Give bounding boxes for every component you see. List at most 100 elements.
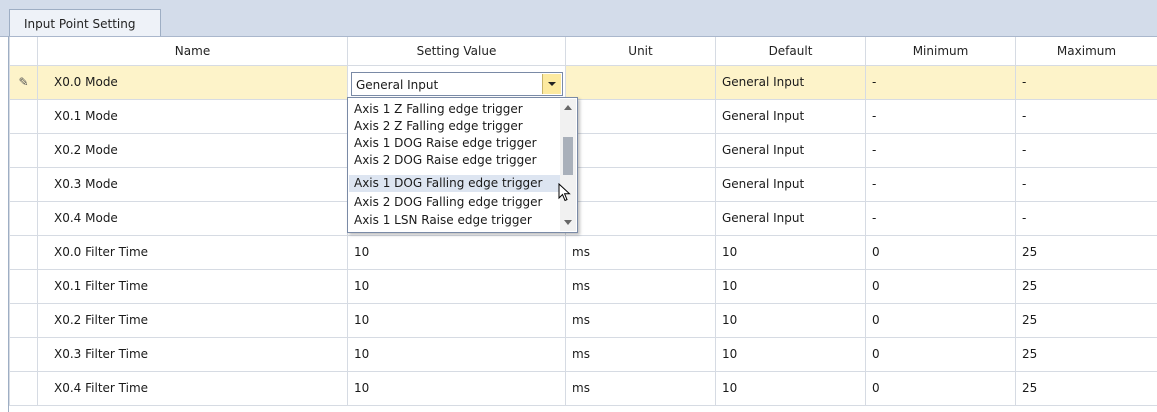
table-row[interactable]: X0.2 Mode General Input - - xyxy=(9,132,1157,168)
default-cell: 10 xyxy=(715,268,866,304)
default-cell: 10 xyxy=(715,302,866,338)
name-cell[interactable]: X0.1 Filter Time xyxy=(37,268,348,304)
setting-value-cell[interactable]: General Input xyxy=(347,64,566,100)
name-cell[interactable]: X0.2 Filter Time xyxy=(37,302,348,338)
setting-value-dropdown-list[interactable]: Axis 1 Z Falling edge trigger Axis 2 Z F… xyxy=(347,97,578,233)
default-cell: General Input xyxy=(715,98,866,134)
dropdown-scrollbar[interactable] xyxy=(560,99,576,231)
maximum-cell: 25 xyxy=(1015,336,1157,372)
setting-value-cell[interactable]: 10 xyxy=(347,336,566,372)
minimum-cell: - xyxy=(865,200,1016,236)
settings-grid: Name Setting Value Unit Default Minimum … xyxy=(9,37,1157,406)
minimum-cell: 0 xyxy=(865,268,1016,304)
unit-cell[interactable] xyxy=(565,132,716,168)
table-row[interactable]: X0.1 Mode General Input - - xyxy=(9,98,1157,134)
tab-strip: Input Point Setting xyxy=(0,0,1157,37)
name-cell[interactable]: X0.4 Filter Time xyxy=(37,370,348,406)
maximum-cell: - xyxy=(1015,98,1157,134)
row-indicator xyxy=(9,336,38,372)
default-cell: General Input xyxy=(715,64,866,100)
column-header-maximum[interactable]: Maximum xyxy=(1015,37,1157,66)
setting-value-combobox[interactable]: General Input xyxy=(351,72,563,96)
name-cell[interactable]: X0.3 Mode xyxy=(37,166,348,202)
row-indicator xyxy=(9,302,38,338)
name-cell[interactable]: X0.0 Filter Time xyxy=(37,234,348,270)
setting-value-cell[interactable]: 10 xyxy=(347,302,566,338)
setting-value-cell[interactable]: 10 xyxy=(347,370,566,406)
table-row[interactable]: ✎ X0.0 Mode General Input General Input … xyxy=(9,64,1157,100)
table-row[interactable]: X0.0 Filter Time 10 ms 10 0 25 xyxy=(9,234,1157,270)
unit-cell[interactable]: ms xyxy=(565,370,716,406)
scroll-up-arrow-icon[interactable] xyxy=(564,105,572,110)
name-cell[interactable]: X0.4 Mode xyxy=(37,200,348,236)
name-cell[interactable]: X0.2 Mode xyxy=(37,132,348,168)
setting-value-cell[interactable]: 10 xyxy=(347,234,566,270)
minimum-cell: - xyxy=(865,166,1016,202)
maximum-cell: 25 xyxy=(1015,370,1157,406)
dropdown-option[interactable]: Axis 1 LSN Raise edge trigger xyxy=(349,212,561,229)
row-indicator: ✎ xyxy=(9,64,38,100)
table-row[interactable]: X0.4 Filter Time 10 ms 10 0 25 xyxy=(9,370,1157,406)
row-indicator xyxy=(9,132,38,168)
minimum-cell: 0 xyxy=(865,336,1016,372)
table-row[interactable]: X0.4 Mode General Input - - xyxy=(9,200,1157,236)
dropdown-option[interactable]: Axis 2 DOG Falling edge trigger xyxy=(349,194,561,211)
table-row[interactable]: X0.3 Mode General Input - - xyxy=(9,166,1157,202)
minimum-cell: 0 xyxy=(865,234,1016,270)
unit-cell[interactable] xyxy=(565,166,716,202)
column-header-default[interactable]: Default xyxy=(715,37,866,66)
maximum-cell: - xyxy=(1015,64,1157,100)
maximum-cell: 25 xyxy=(1015,302,1157,338)
maximum-cell: - xyxy=(1015,132,1157,168)
unit-cell[interactable]: ms xyxy=(565,268,716,304)
header-row: Name Setting Value Unit Default Minimum … xyxy=(9,37,1157,66)
maximum-cell: - xyxy=(1015,200,1157,236)
dropdown-option[interactable]: Axis 2 Z Falling edge trigger xyxy=(349,118,561,135)
unit-cell[interactable]: ms xyxy=(565,302,716,338)
unit-cell[interactable] xyxy=(565,98,716,134)
name-cell[interactable]: X0.3 Filter Time xyxy=(37,336,348,372)
row-indicator xyxy=(9,200,38,236)
column-header-unit[interactable]: Unit xyxy=(565,37,716,66)
combobox-value: General Input xyxy=(356,78,439,92)
maximum-cell: 25 xyxy=(1015,268,1157,304)
row-indicator xyxy=(9,98,38,134)
dropdown-option[interactable]: Axis 1 DOG Raise edge trigger xyxy=(349,135,561,152)
row-indicator xyxy=(9,268,38,304)
scroll-down-arrow-icon[interactable] xyxy=(564,220,572,225)
default-cell: General Input xyxy=(715,200,866,236)
scrollbar-thumb[interactable] xyxy=(563,137,573,175)
maximum-cell: 25 xyxy=(1015,234,1157,270)
dropdown-option-hovered[interactable]: Axis 1 DOG Falling edge trigger xyxy=(349,175,561,192)
minimum-cell: 0 xyxy=(865,370,1016,406)
default-cell: 10 xyxy=(715,336,866,372)
default-cell: General Input xyxy=(715,132,866,168)
unit-cell[interactable] xyxy=(565,64,716,100)
minimum-cell: - xyxy=(865,132,1016,168)
default-cell: General Input xyxy=(715,166,866,202)
setting-value-cell[interactable]: 10 xyxy=(347,268,566,304)
minimum-cell: - xyxy=(865,64,1016,100)
row-indicator xyxy=(9,234,38,270)
mouse-pointer-icon xyxy=(558,183,571,202)
dropdown-option[interactable]: Axis 2 DOG Raise edge trigger xyxy=(349,152,561,169)
chevron-down-icon[interactable] xyxy=(542,74,561,94)
column-header-minimum[interactable]: Minimum xyxy=(865,37,1016,66)
tab-input-point-setting[interactable]: Input Point Setting xyxy=(9,9,161,36)
tab-label: Input Point Setting xyxy=(24,17,136,31)
column-header-name[interactable]: Name xyxy=(37,37,348,66)
default-cell: 10 xyxy=(715,234,866,270)
dropdown-option[interactable]: Axis 1 Z Falling edge trigger xyxy=(349,101,561,118)
column-header-setting-value[interactable]: Setting Value xyxy=(347,37,566,66)
row-indicator xyxy=(9,370,38,406)
maximum-cell: - xyxy=(1015,166,1157,202)
unit-cell[interactable]: ms xyxy=(565,336,716,372)
unit-cell[interactable]: ms xyxy=(565,234,716,270)
name-cell[interactable]: X0.1 Mode xyxy=(37,98,348,134)
table-row[interactable]: X0.1 Filter Time 10 ms 10 0 25 xyxy=(9,268,1157,304)
table-row[interactable]: X0.3 Filter Time 10 ms 10 0 25 xyxy=(9,336,1157,372)
name-cell[interactable]: X0.0 Mode xyxy=(37,64,348,100)
unit-cell[interactable] xyxy=(565,200,716,236)
row-indicator-header xyxy=(9,37,38,66)
table-row[interactable]: X0.2 Filter Time 10 ms 10 0 25 xyxy=(9,302,1157,338)
